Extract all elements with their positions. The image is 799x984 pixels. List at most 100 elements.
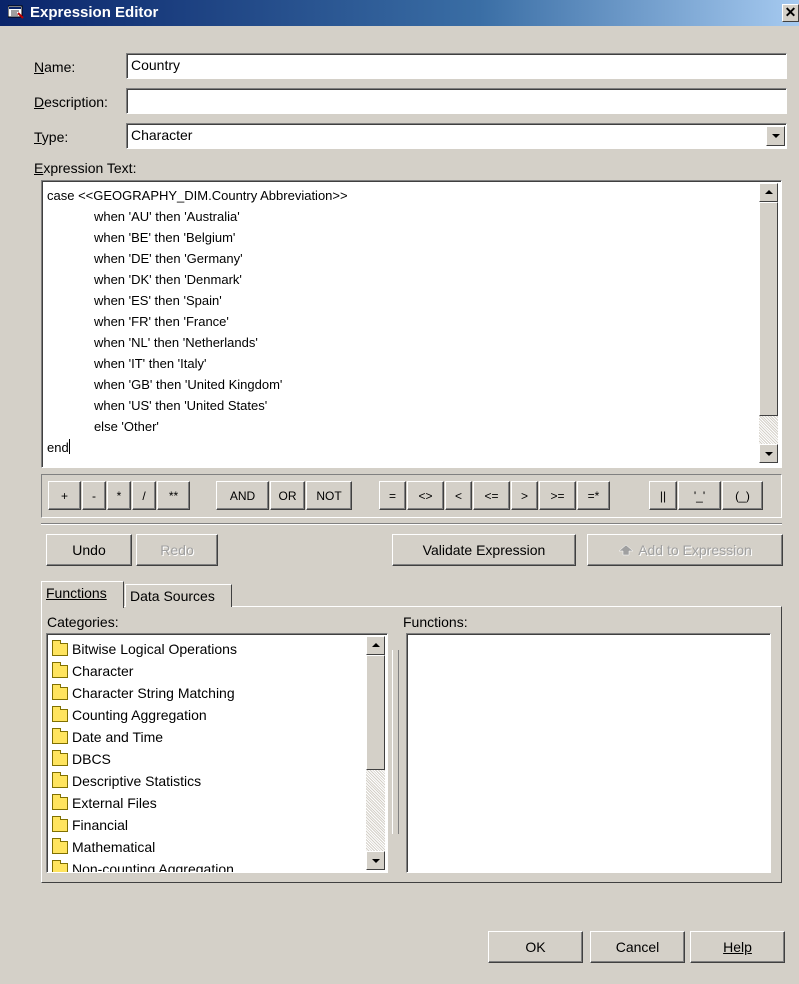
category-label: Descriptive Statistics [72, 773, 202, 789]
operator-button-string[interactable]: '_' [678, 481, 721, 510]
type-value: Character [131, 127, 193, 143]
operator-button-logic[interactable]: NOT [306, 481, 352, 510]
text-cursor [68, 439, 70, 454]
chevron-down-icon [765, 452, 773, 456]
window-title: Expression Editor [30, 4, 159, 21]
splitter[interactable] [392, 650, 399, 834]
operator-button-compare[interactable]: =* [577, 481, 610, 510]
operator-button-string[interactable]: (_) [722, 481, 763, 510]
tab-functions[interactable]: Functions [41, 581, 124, 608]
categories-label-text: Categories: [47, 614, 119, 630]
operator-button-string[interactable]: || [649, 481, 677, 510]
expression-line: when 'NL' then 'Netherlands' [47, 335, 258, 350]
expression-line: else 'Other' [47, 419, 159, 434]
chevron-down-icon [372, 859, 380, 863]
functions-label-text: Functions: [403, 614, 468, 630]
expression-textarea[interactable]: case <<GEOGRAPHY_DIM.Country Abbreviatio… [41, 180, 782, 468]
folder-icon [52, 816, 68, 832]
name-field[interactable]: Country [126, 53, 787, 79]
expression-line: when 'GB' then 'United Kingdom' [47, 377, 283, 392]
expression-lines: case <<GEOGRAPHY_DIM.Country Abbreviatio… [47, 185, 348, 458]
categories-list[interactable]: Bitwise Logical Operations Character Chara… [46, 633, 388, 873]
category-label: Mathematical [72, 839, 156, 855]
validate-expression-button[interactable]: Validate Expression [392, 534, 576, 566]
folder-icon [52, 728, 68, 744]
expression-line: when 'FR' then 'France' [47, 314, 229, 329]
help-label: Help [723, 939, 752, 955]
scroll-up-button[interactable] [759, 183, 778, 202]
ok-label: OK [525, 939, 546, 955]
categories-scroll-up[interactable] [366, 636, 385, 655]
help-button[interactable]: Help [690, 931, 785, 963]
validate-label: Validate Expression [422, 542, 546, 558]
expression-editor-icon [8, 5, 24, 19]
list-item[interactable]: Descriptive Statistics [47, 770, 359, 792]
operator-button-compare[interactable]: >= [539, 481, 576, 510]
operator-button-arith[interactable]: - [82, 481, 106, 510]
list-item[interactable]: Bitwise Logical Operations [47, 638, 359, 660]
add-to-expression-button[interactable]: Add to Expression [587, 534, 783, 566]
name-label: Name: [34, 59, 76, 75]
list-item[interactable]: External Files [47, 792, 359, 814]
list-item[interactable]: Counting Aggregation [47, 704, 359, 726]
undo-button[interactable]: Undo [46, 534, 132, 566]
redo-button[interactable]: Redo [136, 534, 218, 566]
category-label: Non-counting Aggregation [72, 861, 234, 873]
type-dropdown-button[interactable] [766, 126, 785, 146]
folder-icon [52, 706, 68, 722]
list-item[interactable]: Character [47, 660, 359, 682]
category-label: Character [72, 663, 134, 679]
chevron-up-icon [372, 643, 380, 647]
operator-button-compare[interactable]: = [379, 481, 406, 510]
list-item[interactable]: Financial [47, 814, 359, 836]
expression-line: case <<GEOGRAPHY_DIM.Country Abbreviatio… [47, 188, 348, 203]
type-select[interactable]: Character [126, 123, 787, 149]
list-item[interactable]: Mathematical [47, 836, 359, 858]
operator-button-arith[interactable]: + [48, 481, 81, 510]
operator-button-logic[interactable]: AND [216, 481, 269, 510]
ok-button[interactable]: OK [488, 931, 583, 963]
tab-data-sources-label: Data Sources [130, 588, 215, 604]
expression-line: end [47, 439, 70, 455]
operator-button-compare[interactable]: <= [473, 481, 510, 510]
list-item[interactable]: Date and Time [47, 726, 359, 748]
categories-scroll-down[interactable] [366, 851, 385, 870]
operator-button-compare[interactable]: < [445, 481, 472, 510]
description-label: Description: [34, 94, 108, 110]
folder-icon [52, 684, 68, 700]
operator-button-arith[interactable]: / [132, 481, 156, 510]
folder-icon [52, 860, 68, 872]
expression-line: when 'IT' then 'Italy' [47, 356, 207, 371]
operator-button-arith[interactable]: ** [157, 481, 190, 510]
description-field[interactable] [126, 88, 787, 114]
redo-label: Redo [160, 542, 194, 558]
list-item[interactable]: DBCS [47, 748, 359, 770]
folder-icon [52, 838, 68, 854]
operator-button-compare[interactable]: <> [407, 481, 444, 510]
close-icon: ✕ [784, 4, 797, 20]
categories-scroll-thumb[interactable] [366, 655, 385, 770]
list-item[interactable]: Character String Matching [47, 682, 359, 704]
cancel-button[interactable]: Cancel [590, 931, 685, 963]
chevron-up-icon [765, 190, 773, 194]
scroll-thumb[interactable] [759, 202, 778, 416]
category-label: Counting Aggregation [72, 707, 207, 723]
operator-button-arith[interactable]: * [107, 481, 131, 510]
category-label: Bitwise Logical Operations [72, 641, 237, 657]
list-item[interactable]: Non-counting Aggregation [47, 858, 359, 873]
tab-data-sources[interactable]: Data Sources [125, 584, 232, 607]
scroll-down-button[interactable] [759, 444, 778, 463]
name-value: Country [131, 57, 181, 73]
operator-button-compare[interactable]: > [511, 481, 538, 510]
functions-label: Functions: [403, 614, 468, 630]
functions-list[interactable] [406, 633, 771, 873]
expression-line: when 'DK' then 'Denmark' [47, 272, 242, 287]
categories-items: Bitwise Logical Operations Character Chara… [47, 638, 359, 873]
expression-line: when 'ES' then 'Spain' [47, 293, 222, 308]
folder-icon [52, 794, 68, 810]
folder-icon [52, 662, 68, 678]
close-button[interactable]: ✕ [782, 4, 799, 22]
chevron-down-icon [772, 134, 780, 138]
operator-button-logic[interactable]: OR [270, 481, 305, 510]
type-label: Type: [34, 129, 69, 145]
